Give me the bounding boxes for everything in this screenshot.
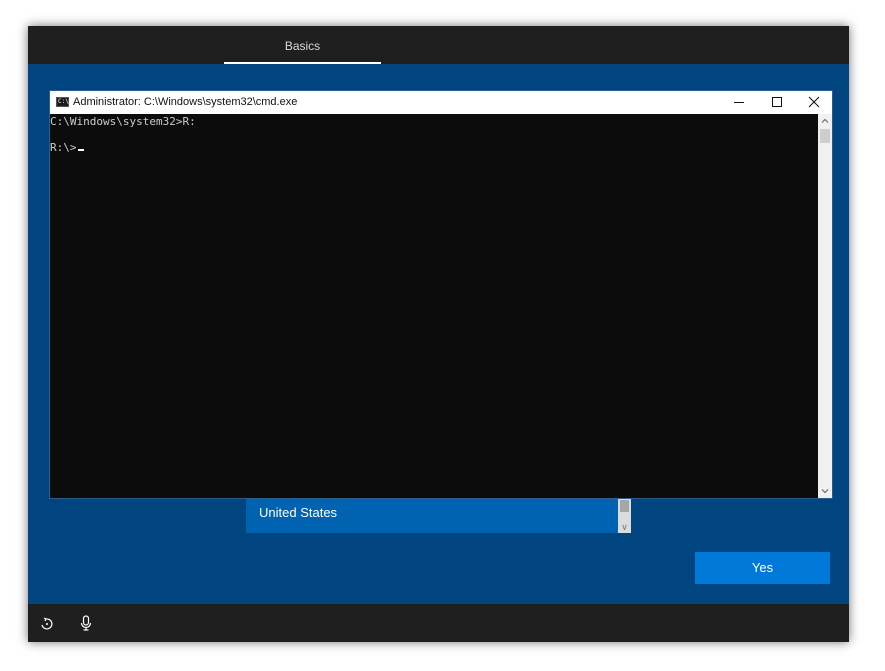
minimize-button[interactable] <box>721 91 758 114</box>
tab-basics[interactable]: Basics <box>224 26 381 64</box>
console-line: C:\Windows\system32>R: <box>50 115 196 128</box>
close-button[interactable] <box>795 91 832 114</box>
scroll-up-icon[interactable] <box>818 114 832 128</box>
scrollbar-thumb[interactable] <box>620 500 629 512</box>
maximize-button[interactable] <box>758 91 795 114</box>
cmd-window[interactable]: C:\ Administrator: C:\Windows\system32\c… <box>49 90 833 499</box>
scroll-down-icon[interactable]: ∨ <box>619 522 630 533</box>
region-list-item-selected[interactable]: United States <box>246 499 617 533</box>
console-prompt: R:\> <box>50 141 77 154</box>
cmd-console[interactable]: C:\Windows\system32>R: R:\> <box>50 114 818 498</box>
close-icon <box>808 96 820 108</box>
oobe-header: Basics <box>28 26 849 64</box>
console-prompt-line: R:\> <box>50 141 84 155</box>
scrollbar-thumb[interactable] <box>820 129 830 143</box>
minimize-icon <box>734 102 744 103</box>
text-cursor <box>77 149 84 151</box>
cmd-window-title: Administrator: C:\Windows\system32\cmd.e… <box>73 96 298 108</box>
scroll-down-icon[interactable] <box>818 484 832 498</box>
oobe-footer <box>28 604 849 642</box>
region-list[interactable]: United States ∨ <box>246 499 631 533</box>
microphone-icon[interactable] <box>77 614 95 632</box>
region-list-scrollbar[interactable]: ∨ <box>618 499 631 533</box>
yes-button[interactable]: Yes <box>695 552 830 584</box>
cmd-scrollbar[interactable] <box>818 114 832 498</box>
cmd-titlebar[interactable]: C:\ Administrator: C:\Windows\system32\c… <box>50 91 832 114</box>
ease-of-access-icon[interactable] <box>38 614 56 632</box>
cmd-app-icon[interactable]: C:\ <box>56 97 69 107</box>
maximize-icon <box>772 97 782 107</box>
